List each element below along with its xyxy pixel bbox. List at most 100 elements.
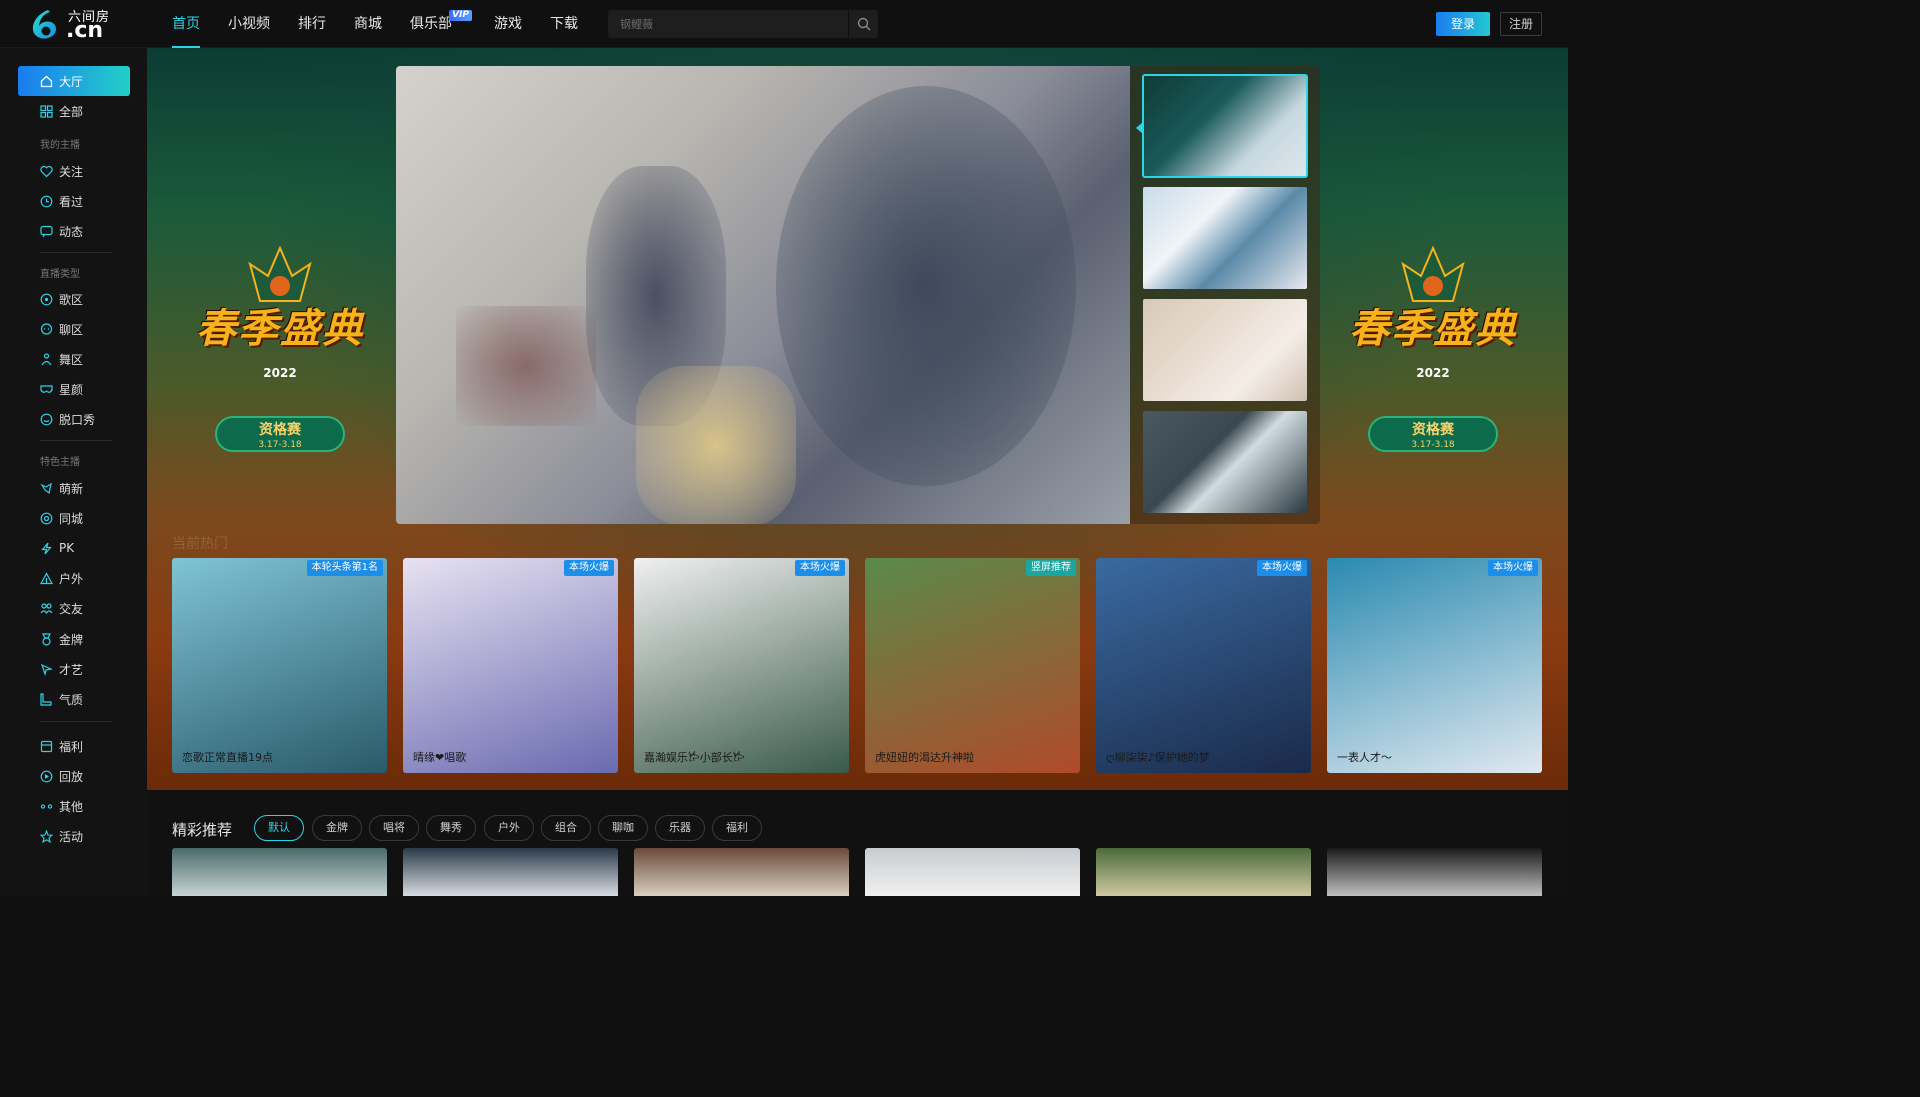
replay-icon: [40, 770, 53, 782]
sidebar-item-talent[interactable]: 才艺: [18, 654, 130, 684]
nav-home[interactable]: 首页: [172, 0, 200, 48]
nav-download[interactable]: 下载: [550, 0, 578, 48]
qualifier-pill: 资格赛 3.17-3.18: [215, 416, 345, 452]
sidebar-item-other[interactable]: 其他: [18, 791, 130, 821]
sidebar-item-chat[interactable]: 聊区: [18, 314, 130, 344]
filter-chip-gold[interactable]: 金牌: [312, 815, 362, 841]
sidebar-item-label: 回放: [59, 769, 84, 784]
login-button[interactable]: 登录: [1436, 12, 1490, 36]
nav-ranking[interactable]: 排行: [298, 0, 326, 48]
recommend-card[interactable]: [403, 848, 618, 896]
filter-chip-instrument[interactable]: 乐器: [655, 815, 705, 841]
festival-title: 春季盛典: [196, 305, 364, 352]
stream-cover: [172, 558, 387, 773]
grid-icon: [40, 104, 53, 118]
logo-domain: .cn: [66, 18, 104, 43]
sidebar-item-moments[interactable]: 动态: [18, 216, 130, 246]
sidebar-item-outdoor[interactable]: 户外: [18, 563, 130, 593]
live-video-player[interactable]: [396, 66, 1130, 524]
card-badge: 本场火爆: [564, 560, 614, 576]
sidebar-divider: [40, 440, 112, 441]
sidebar-divider: [40, 252, 112, 253]
recommend-card[interactable]: [634, 848, 849, 896]
sidebar-item-gold[interactable]: 金牌: [18, 624, 130, 654]
sidebar-item-welfare[interactable]: 福利: [18, 731, 130, 761]
sidebar-item-all[interactable]: 全部: [18, 96, 130, 126]
search-icon: [857, 17, 870, 31]
recommend-card[interactable]: [865, 848, 1080, 896]
stream-thumbnail[interactable]: [1143, 411, 1307, 513]
boot-icon: [40, 692, 52, 706]
nav-club[interactable]: 俱乐部 VIP: [410, 0, 472, 48]
card-title: 恋歌正常直播19点: [182, 751, 273, 764]
stream-card[interactable]: 竖屏推荐 虎妞妞的渴达升神啦: [865, 558, 1080, 773]
filter-chip-default[interactable]: 默认: [254, 815, 304, 841]
filter-chip-dance[interactable]: 舞秀: [426, 815, 476, 841]
sidebar-item-hall[interactable]: 大厅: [18, 66, 130, 96]
sidebar-item-label: 萌新: [59, 481, 84, 496]
festival-badge-left[interactable]: 春季盛典 2022 资格赛 3.17-3.18: [170, 236, 390, 466]
filter-chip-welfare[interactable]: 福利: [712, 815, 762, 841]
sidebar-item-label: 聊区: [59, 322, 84, 337]
sidebar-item-label: 活动: [59, 829, 84, 844]
site-logo[interactable]: 六间房 .cn: [30, 6, 110, 44]
stream-cover: [403, 558, 618, 773]
sidebar-item-friends[interactable]: 交友: [18, 593, 130, 623]
stream-thumbnail[interactable]: [1143, 299, 1307, 401]
nav-short-video[interactable]: 小视频: [228, 0, 270, 48]
sprout-icon: [40, 482, 52, 494]
filter-chip-group[interactable]: 组合: [541, 815, 591, 841]
nav-club-label: 俱乐部: [410, 16, 452, 32]
stream-card[interactable]: 本场火爆 一表人才～: [1327, 558, 1542, 773]
sidebar-item-pk[interactable]: PK: [18, 533, 130, 563]
sidebar-item-songs[interactable]: 歌区: [18, 284, 130, 314]
tent-icon: [40, 571, 53, 584]
sidebar-item-label: 看过: [59, 194, 84, 209]
sidebar-group-title: 特色主播: [40, 457, 80, 468]
festival-title: 春季盛典: [1349, 305, 1517, 352]
stream-card[interactable]: 本轮头条第1名 恋歌正常直播19点: [172, 558, 387, 773]
festival-badge-right[interactable]: 春季盛典 2022 资格赛 3.17-3.18: [1323, 236, 1543, 466]
recommend-title: 精彩推荐: [172, 821, 233, 839]
filter-chip-chat[interactable]: 聊咖: [598, 815, 648, 841]
sidebar-item-label: 同城: [59, 511, 84, 526]
sidebar-item-local[interactable]: 同城: [18, 503, 130, 533]
sidebar-item-newbie[interactable]: 萌新: [18, 473, 130, 503]
stream-card[interactable]: 本场火爆 晴缘❤唱歌: [403, 558, 618, 773]
recommend-card[interactable]: [1096, 848, 1311, 896]
sidebar-item-talkshow[interactable]: 脱口秀: [18, 404, 130, 434]
sidebar-group-title: 直播类型: [40, 269, 80, 280]
filter-chip-outdoor[interactable]: 户外: [484, 815, 534, 841]
search-input[interactable]: [608, 10, 848, 38]
card-title: 嘉瀚娱乐𐂂小部长𐂂: [644, 751, 745, 764]
register-button[interactable]: 注册: [1500, 12, 1542, 36]
sidebar-item-temperament[interactable]: 气质: [18, 684, 130, 714]
nav-shop[interactable]: 商城: [354, 0, 382, 48]
nav-games[interactable]: 游戏: [494, 0, 522, 48]
palette-icon: [41, 663, 53, 676]
sidebar-item-label: 舞区: [59, 352, 84, 367]
sidebar-item-label: 全部: [59, 104, 84, 119]
bolt-icon: [41, 542, 52, 554]
card-badge: 本场火爆: [1488, 560, 1538, 576]
stream-card[interactable]: 本场火爆 ღ柳柒柒♪保护她的梦: [1096, 558, 1311, 773]
recommend-card[interactable]: [1327, 848, 1542, 896]
sidebar-item-label: 金牌: [59, 632, 84, 647]
recommend-card[interactable]: [172, 848, 387, 896]
search-button[interactable]: [848, 10, 878, 38]
sidebar-item-label: 福利: [59, 739, 84, 754]
stream-card[interactable]: 本场火爆 嘉瀚娱乐𐂂小部长𐂂: [634, 558, 849, 773]
filter-chip-singer[interactable]: 唱将: [369, 815, 419, 841]
sidebar-item-events[interactable]: 活动: [18, 821, 130, 851]
card-title: 一表人才～: [1337, 751, 1392, 764]
location-icon: [40, 512, 53, 524]
video-frame-shape: [776, 86, 1076, 486]
sidebar-item-follow[interactable]: 关注: [18, 156, 130, 186]
sidebar-item-history[interactable]: 看过: [18, 186, 130, 216]
stream-thumbnail[interactable]: [1143, 187, 1307, 289]
sidebar-item-beauty[interactable]: 星颜: [18, 374, 130, 404]
stream-cover: [1327, 558, 1542, 773]
sidebar-item-dance[interactable]: 舞区: [18, 344, 130, 374]
sidebar-item-replay[interactable]: 回放: [18, 761, 130, 791]
stream-thumbnail[interactable]: [1142, 74, 1308, 178]
